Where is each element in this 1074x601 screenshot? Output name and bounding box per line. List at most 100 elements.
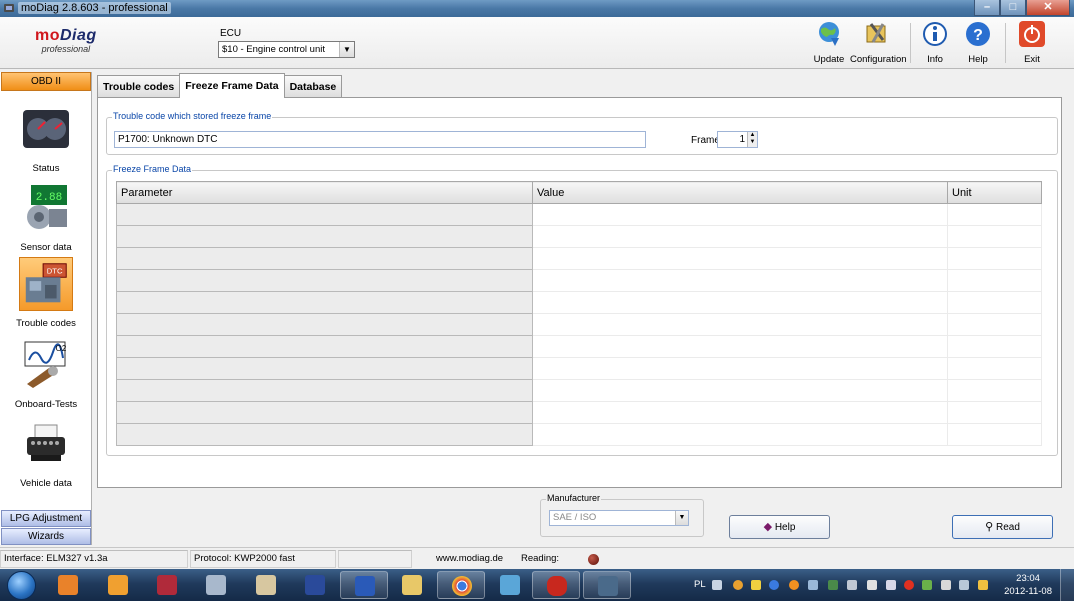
tab-database[interactable]: Database <box>283 75 343 98</box>
taskbar-outlook[interactable] <box>94 571 142 599</box>
taskbar-car-app[interactable] <box>532 571 580 599</box>
unit-cell[interactable] <box>947 357 1042 380</box>
tray-doc-icon[interactable] <box>867 580 877 590</box>
taskbar-flag-app[interactable] <box>291 571 339 599</box>
tray-monitor-icon[interactable] <box>847 580 857 590</box>
chevron-down-icon[interactable]: ▼ <box>675 511 688 525</box>
tray-network-icon[interactable] <box>808 580 818 590</box>
parameter-cell[interactable] <box>116 335 533 358</box>
tab-trouble-codes[interactable]: Trouble codes <box>97 75 181 98</box>
tray-device-icon[interactable] <box>886 580 896 590</box>
help-bottom-button[interactable]: ◆ Help <box>729 515 830 539</box>
unit-cell[interactable] <box>947 247 1042 270</box>
unit-cell[interactable] <box>947 269 1042 292</box>
table-row[interactable] <box>116 379 1042 402</box>
taskbar-calculator[interactable] <box>192 571 240 599</box>
start-button[interactable] <box>7 571 36 600</box>
trouble-code-field[interactable]: P1700: Unknown DTC <box>114 131 646 148</box>
parameter-cell[interactable] <box>116 247 533 270</box>
table-row[interactable] <box>116 313 1042 336</box>
unit-cell[interactable] <box>947 423 1042 446</box>
table-row[interactable] <box>116 291 1042 314</box>
parameter-cell[interactable] <box>116 379 533 402</box>
parameter-cell[interactable] <box>116 203 533 226</box>
taskbar-media-player[interactable] <box>44 571 92 599</box>
value-cell[interactable] <box>532 335 948 358</box>
value-cell[interactable] <box>532 269 948 292</box>
value-cell[interactable] <box>532 423 948 446</box>
nav-wizards[interactable]: Wizards <box>1 528 91 545</box>
tray-green-icon[interactable] <box>828 580 838 590</box>
parameter-cell[interactable] <box>116 225 533 248</box>
taskbar-clock[interactable]: 23:04 2012-11-08 <box>1004 572 1052 598</box>
tab-freeze-frame-data[interactable]: Freeze Frame Data <box>179 73 285 98</box>
column-header-parameter[interactable]: Parameter <box>116 181 533 204</box>
bluetooth-icon[interactable] <box>769 580 779 590</box>
manufacturer-select[interactable]: SAE / ISO ▼ <box>549 510 689 526</box>
parameter-cell[interactable] <box>116 357 533 380</box>
value-cell[interactable] <box>532 247 948 270</box>
unit-cell[interactable] <box>947 225 1042 248</box>
value-cell[interactable] <box>532 203 948 226</box>
signal-icon[interactable] <box>959 580 969 590</box>
parameter-cell[interactable] <box>116 401 533 424</box>
table-row[interactable] <box>116 247 1042 270</box>
tray-red-icon[interactable] <box>904 580 914 590</box>
nav-item-onboard-tests[interactable]: O2 Onboard-Tests <box>0 338 92 410</box>
ecu-select[interactable]: $10 - Engine control unit ▼ <box>218 41 355 58</box>
value-cell[interactable] <box>532 225 948 248</box>
parameter-cell[interactable] <box>116 269 533 292</box>
tray-alert-icon[interactable] <box>751 580 761 590</box>
help-button[interactable]: ? Help <box>960 20 996 65</box>
tray-language[interactable]: PL <box>694 579 706 590</box>
table-row[interactable] <box>116 357 1042 380</box>
value-cell[interactable] <box>532 401 948 424</box>
tray-orange-icon[interactable] <box>789 580 799 590</box>
update-button[interactable]: Update <box>811 20 847 65</box>
taskbar-word[interactable] <box>340 571 388 599</box>
nav-obd-header[interactable]: OBD II <box>1 72 91 91</box>
unit-cell[interactable] <box>947 313 1042 336</box>
stepper-arrows-icon[interactable]: ▲ ▼ <box>747 132 757 147</box>
taskbar-chrome[interactable] <box>437 571 485 599</box>
frame-stepper[interactable]: 1 ▲ ▼ <box>717 131 758 148</box>
nav-item-sensor-data[interactable]: 2.88 Sensor data <box>0 181 92 253</box>
unit-cell[interactable] <box>947 401 1042 424</box>
value-cell[interactable] <box>532 313 948 336</box>
unit-cell[interactable] <box>947 291 1042 314</box>
chevron-down-icon[interactable]: ▼ <box>339 42 354 57</box>
tray-check-icon[interactable] <box>922 580 932 590</box>
value-cell[interactable] <box>532 357 948 380</box>
taskbar-explorer[interactable] <box>388 571 436 599</box>
show-desktop-button[interactable] <box>1060 569 1074 601</box>
parameter-cell[interactable] <box>116 313 533 336</box>
power-flag-icon[interactable] <box>978 580 988 590</box>
freeze-frame-table[interactable]: Parameter Value Unit <box>116 181 1042 446</box>
column-header-unit[interactable]: Unit <box>947 181 1042 204</box>
nav-item-vehicle-data[interactable]: Vehicle data <box>0 417 92 489</box>
configuration-button[interactable]: Configuration <box>850 20 907 65</box>
minimize-button[interactable]: – <box>974 0 1000 16</box>
table-row[interactable] <box>116 203 1042 226</box>
nav-item-trouble-codes[interactable]: DTC Trouble codes <box>0 257 92 329</box>
unit-cell[interactable] <box>947 335 1042 358</box>
table-row[interactable] <box>116 401 1042 424</box>
nav-lpg-adjustment[interactable]: LPG Adjustment <box>1 510 91 527</box>
taskbar-paint[interactable] <box>242 571 290 599</box>
taskbar-access[interactable] <box>143 571 191 599</box>
taskbar-modiag[interactable] <box>583 571 631 599</box>
table-row[interactable] <box>116 225 1042 248</box>
table-row[interactable] <box>116 423 1042 446</box>
volume-icon[interactable] <box>941 580 951 590</box>
taskbar-app-blue[interactable] <box>486 571 534 599</box>
value-cell[interactable] <box>532 291 948 314</box>
table-row[interactable] <box>116 269 1042 292</box>
unit-cell[interactable] <box>947 379 1042 402</box>
unit-cell[interactable] <box>947 203 1042 226</box>
parameter-cell[interactable] <box>116 291 533 314</box>
exit-button[interactable]: Exit <box>1015 20 1049 65</box>
table-row[interactable] <box>116 335 1042 358</box>
tray-app-icon[interactable] <box>733 580 743 590</box>
column-header-value[interactable]: Value <box>532 181 948 204</box>
maximize-button[interactable]: □ <box>1000 0 1026 16</box>
